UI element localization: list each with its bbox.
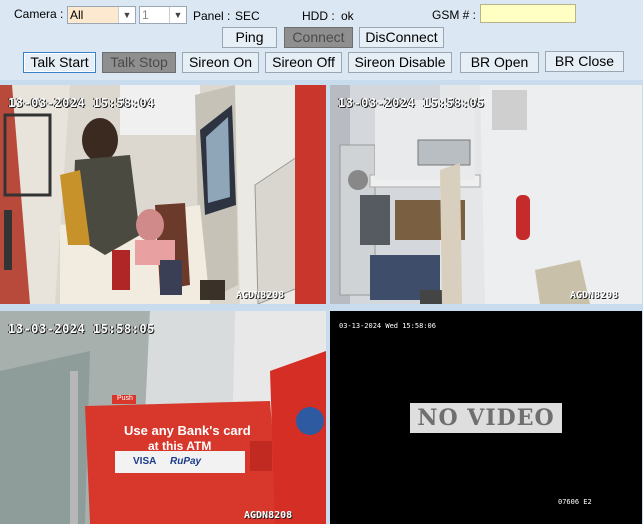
camera-feed-4[interactable]: 03-13-2024 Wed 15:58:06 NO VIDEO 07606 E…: [330, 311, 642, 524]
feed-2-camera-id: AGDN8208: [570, 290, 619, 301]
br-open-button[interactable]: BR Open: [460, 52, 539, 73]
connect-button[interactable]: Connect: [284, 27, 353, 48]
push-sticker: Push: [117, 395, 133, 402]
sireon-disable-button[interactable]: Sireon Disable: [348, 52, 452, 73]
disconnect-button[interactable]: DisConnect: [359, 27, 444, 48]
chevron-down-icon: ▼: [118, 7, 135, 23]
sireon-on-button[interactable]: Sireon On: [182, 52, 259, 73]
camera-feed-3[interactable]: 13-03-2024 15:58:05 Push Use any Bank's …: [0, 311, 326, 524]
atm-entrance-scene: [0, 311, 326, 524]
talk-start-button[interactable]: Talk Start: [23, 52, 96, 73]
rupay-logo: RuPay: [170, 456, 202, 467]
feed-2-timestamp: 13-03-2024 15:58:05: [338, 96, 485, 110]
gsm-label: GSM # :: [432, 8, 477, 22]
gsm-number-input[interactable]: [480, 4, 576, 23]
feed-1-camera-id: AGDN8208: [236, 290, 285, 301]
channel-select-value: 1: [142, 8, 149, 22]
feed-4-timestamp: 03-13-2024 Wed 15:58:06: [339, 322, 436, 330]
panel-value: SEC: [235, 9, 260, 23]
hdd-value: ok: [341, 9, 354, 23]
no-video-indicator: NO VIDEO: [410, 403, 562, 433]
control-toolbar: Camera : All ▼ 1 ▼ Panel : SEC HDD : ok …: [0, 0, 643, 80]
channel-select[interactable]: 1 ▼: [139, 6, 187, 24]
atm-sign-line1: Use any Bank's card: [124, 423, 251, 438]
atm-lobby-scene: [0, 85, 326, 304]
feed-1-timestamp: 13-03-2024 15:58:04: [8, 96, 155, 110]
talk-stop-button[interactable]: Talk Stop: [102, 52, 176, 73]
camera-select[interactable]: All ▼: [67, 6, 136, 24]
feed-3-camera-id: AGDN8208: [244, 510, 293, 521]
chevron-down-icon: ▼: [169, 7, 186, 23]
feed-3-timestamp: 13-03-2024 15:58:05: [8, 322, 155, 336]
ping-button[interactable]: Ping: [222, 27, 277, 48]
sireon-off-button[interactable]: Sireon Off: [265, 52, 342, 73]
camera-feed-1[interactable]: 13-03-2024 15:58:04 AGDN8208: [0, 85, 326, 304]
atm-sign-line2: at this ATM: [148, 439, 212, 453]
hdd-label: HDD :: [302, 9, 335, 23]
panel-label: Panel :: [193, 9, 231, 23]
feed-4-camera-id: 07606 E2: [558, 498, 592, 506]
backroom-scene: [330, 85, 642, 304]
camera-label: Camera :: [14, 7, 64, 21]
visa-logo: VISA: [133, 456, 157, 467]
br-close-button[interactable]: BR Close: [545, 51, 624, 72]
camera-feed-2[interactable]: 13-03-2024 15:58:05 AGDN8208: [330, 85, 642, 304]
camera-select-value: All: [70, 8, 84, 22]
